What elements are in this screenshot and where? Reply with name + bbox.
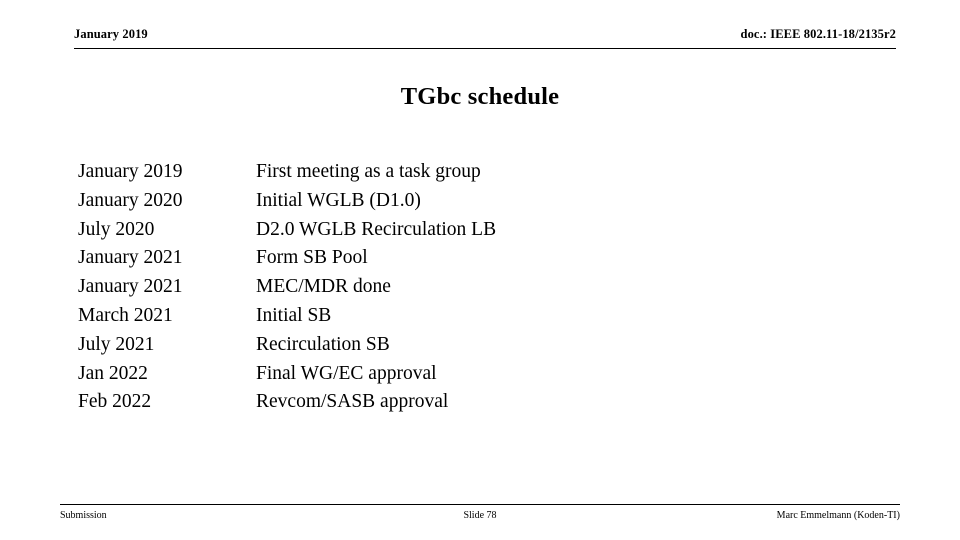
table-row: July 2020 D2.0 WGLB Recirculation LB bbox=[78, 216, 878, 245]
schedule-milestone: Form SB Pool bbox=[256, 247, 368, 269]
page-title: TGbc schedule bbox=[400, 83, 560, 110]
schedule-date: July 2021 bbox=[78, 333, 155, 355]
schedule-date: Feb 2022 bbox=[78, 391, 152, 413]
header-divider bbox=[74, 48, 896, 49]
schedule-date: July 2020 bbox=[78, 218, 155, 240]
schedule-date: Jan 2022 bbox=[78, 362, 148, 384]
header-document-number: doc.: IEEE 802.11-18/2135r2 bbox=[740, 27, 896, 41]
table-row: Jan 2022 Final WG/EC approval bbox=[78, 360, 878, 389]
table-row: January 2019 First meeting as a task gro… bbox=[78, 158, 878, 187]
footer-submission-label: Submission bbox=[60, 510, 107, 521]
footer-slide-number: Slide 78 bbox=[463, 510, 497, 521]
schedule-milestone: Initial WGLB (D1.0) bbox=[256, 189, 421, 211]
footer-author: Marc Emmelmann (Koden-TI) bbox=[776, 510, 900, 521]
schedule-date: January 2020 bbox=[78, 189, 183, 211]
header-date: January 2019 bbox=[74, 27, 148, 41]
schedule-milestone: Initial SB bbox=[256, 304, 332, 326]
slide-page: January 2019 doc.: IEEE 802.11-18/2135r2… bbox=[0, 0, 960, 540]
table-row: July 2021 Recirculation SB bbox=[78, 331, 878, 360]
schedule-milestone: Revcom/SASB approval bbox=[256, 391, 449, 413]
schedule-table-body: January 2019 First meeting as a task gro… bbox=[78, 158, 878, 417]
table-row: January 2020 Initial WGLB (D1.0) bbox=[78, 187, 878, 216]
footer-divider bbox=[60, 504, 900, 505]
schedule-table: January 2019 First meeting as a task gro… bbox=[78, 158, 878, 417]
schedule-date: January 2019 bbox=[78, 161, 183, 182]
schedule-milestone: MEC/MDR done bbox=[256, 276, 391, 298]
table-row: January 2021 MEC/MDR done bbox=[78, 273, 878, 302]
schedule-date: January 2021 bbox=[78, 247, 183, 269]
schedule-date: January 2021 bbox=[78, 276, 183, 298]
schedule-milestone: Final WG/EC approval bbox=[256, 362, 437, 384]
header-row: January 2019 doc.: IEEE 802.11-18/2135r2 bbox=[74, 26, 896, 42]
schedule-date: March 2021 bbox=[78, 304, 173, 326]
table-row: Feb 2022 Revcom/SASB approval bbox=[78, 388, 878, 417]
table-row: January 2021 Form SB Pool bbox=[78, 244, 878, 273]
slide-footer: Submission Slide 78 Marc Emmelmann (Kode… bbox=[60, 509, 900, 527]
schedule-milestone: Recirculation SB bbox=[256, 333, 390, 355]
schedule-milestone: First meeting as a task group bbox=[256, 161, 481, 182]
schedule-milestone: D2.0 WGLB Recirculation LB bbox=[256, 218, 497, 240]
table-row: March 2021 Initial SB bbox=[78, 302, 878, 331]
